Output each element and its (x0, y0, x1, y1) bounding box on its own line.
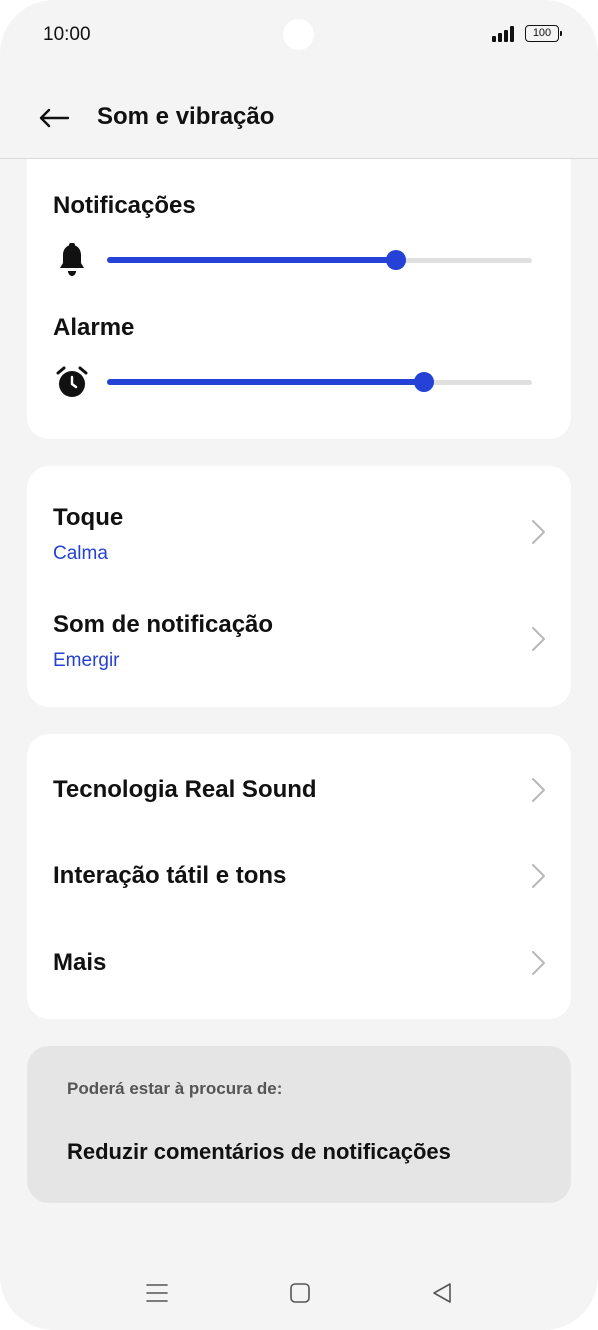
page-title: Som e vibração (97, 103, 275, 130)
alarm-clock-icon (55, 365, 89, 399)
slider-thumb[interactable] (413, 372, 434, 392)
volume-card: Notificações Alarme (27, 159, 571, 439)
notifications-volume-slider[interactable] (107, 248, 532, 272)
row-value: Calma (53, 543, 108, 564)
row-value: Emergir (53, 650, 120, 671)
suggestion-link[interactable]: Reduzir comentários de notificações (67, 1139, 451, 1165)
alarm-volume-label: Alarme (53, 314, 135, 341)
back-triangle-icon (433, 1283, 451, 1303)
row-title: Tecnologia Real Sound (53, 776, 317, 803)
phone-screen: 10:00 100 Som e vibração Notificações Al… (0, 0, 598, 1330)
chevron-right-icon (532, 627, 545, 651)
more-settings-card: Tecnologia Real Sound Interação tátil e … (27, 734, 571, 1019)
slider-fill (107, 379, 424, 385)
battery-icon: 100 (525, 25, 562, 42)
notifications-volume-label: Notificações (53, 192, 196, 219)
menu-icon (146, 1284, 168, 1302)
status-time: 10:00 (43, 24, 91, 45)
chevron-right-icon (532, 951, 545, 975)
chevron-right-icon (532, 520, 545, 544)
home-button[interactable] (282, 1278, 318, 1308)
list-item-som-de-notificacao[interactable]: Som de notificação Emergir (27, 586, 571, 707)
alarm-volume-slider[interactable] (107, 370, 532, 394)
sounds-card: Toque Calma Som de notificação Emergir (27, 466, 571, 707)
suggestions-card: Poderá estar à procura de: Reduzir comen… (27, 1046, 571, 1203)
chevron-right-icon (532, 864, 545, 888)
list-item-interacao-tatil[interactable]: Interação tátil e tons (27, 834, 571, 921)
home-icon (290, 1283, 310, 1303)
row-title: Mais (53, 949, 107, 976)
list-item-toque[interactable]: Toque Calma (27, 466, 571, 586)
list-item-mais[interactable]: Mais (27, 921, 571, 1019)
chevron-right-icon (532, 778, 545, 802)
signal-icon (492, 26, 518, 42)
bell-icon (55, 243, 89, 277)
row-title: Som de notificação (53, 611, 274, 638)
row-title: Toque (53, 504, 124, 531)
nav-back-button[interactable] (424, 1278, 460, 1308)
back-button[interactable] (36, 100, 72, 136)
slider-thumb[interactable] (386, 250, 406, 270)
row-title: Interação tátil e tons (53, 862, 287, 889)
arrow-left-icon (39, 108, 70, 128)
recent-apps-button[interactable] (139, 1278, 175, 1308)
front-camera (283, 19, 314, 50)
slider-fill (107, 257, 396, 263)
list-item-real-sound[interactable]: Tecnologia Real Sound (27, 734, 571, 834)
suggestions-label: Poderá estar à procura de: (67, 1079, 283, 1098)
